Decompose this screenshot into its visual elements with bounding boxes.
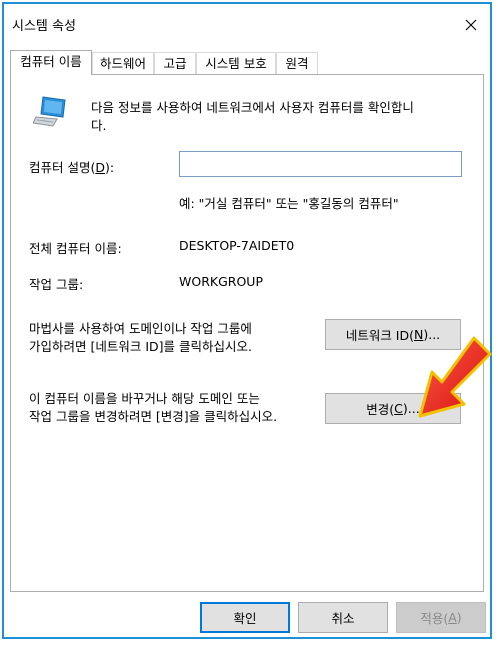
network-id-button[interactable]: 네트워크 ID(N)... bbox=[325, 319, 461, 350]
change-name-description: 이 컴퓨터 이름을 바꾸거나 해당 도메인 또는 작업 그룹을 변경하려면 [변… bbox=[29, 390, 319, 426]
description-example: 예: "거실 컴퓨터" 또는 "홍길동의 컴퓨터" bbox=[179, 196, 399, 211]
ok-button[interactable]: 확인 bbox=[200, 602, 290, 633]
network-id-description-line-1: 마법사를 사용하여 도메인이나 작업 그룹에 bbox=[29, 321, 252, 336]
tab-hardware[interactable]: 하드웨어 bbox=[92, 52, 154, 74]
tab-advanced[interactable]: 고급 bbox=[154, 52, 196, 74]
description-label: 컴퓨터 설명(D): bbox=[29, 160, 115, 175]
title-bar: 시스템 속성 bbox=[4, 4, 490, 44]
close-icon bbox=[465, 19, 477, 31]
full-computer-name-label: 전체 컴퓨터 이름: bbox=[29, 241, 122, 256]
window-title: 시스템 속성 bbox=[12, 19, 76, 34]
computer-icon bbox=[33, 96, 66, 127]
computer-name-panel: 다음 정보를 사용하여 네트워크에서 사용자 컴퓨터를 확인합니 다. 컴퓨터 … bbox=[10, 74, 484, 592]
system-properties-dialog: 시스템 속성 컴퓨터 이름 하드웨어 고급 시스템 보호 원격 다음 정보를 사… bbox=[2, 2, 492, 639]
workgroup-value: WORKGROUP bbox=[179, 274, 263, 289]
change-button[interactable]: 변경(C)... bbox=[325, 393, 461, 424]
intro-text-line-2: 다. bbox=[91, 118, 107, 133]
cancel-button[interactable]: 취소 bbox=[298, 602, 388, 633]
network-id-description-line-2: 가입하려면 [네트워크 ID]를 클릭하십시오. bbox=[29, 339, 252, 354]
full-computer-name-value: DESKTOP-7AIDET0 bbox=[179, 238, 295, 253]
close-button[interactable] bbox=[458, 12, 484, 38]
network-id-description: 마법사를 사용하여 도메인이나 작업 그룹에 가입하려면 [네트워크 ID]를 … bbox=[29, 320, 319, 356]
apply-button[interactable]: 적용(A) bbox=[396, 602, 486, 633]
intro-text-line-1: 다음 정보를 사용하여 네트워크에서 사용자 컴퓨터를 확인합니 bbox=[91, 100, 414, 115]
tab-computer-name[interactable]: 컴퓨터 이름 bbox=[10, 50, 92, 75]
change-name-description-line-2: 작업 그룹을 변경하려면 [변경]을 클릭하십시오. bbox=[29, 409, 278, 424]
workgroup-label: 작업 그룹: bbox=[29, 277, 84, 292]
intro-text: 다음 정보를 사용하여 네트워크에서 사용자 컴퓨터를 확인합니 다. bbox=[91, 99, 471, 135]
tab-remote[interactable]: 원격 bbox=[276, 52, 318, 74]
change-name-description-line-1: 이 컴퓨터 이름을 바꾸거나 해당 도메인 또는 bbox=[29, 391, 260, 406]
tab-system-protection[interactable]: 시스템 보호 bbox=[196, 52, 276, 74]
computer-description-input[interactable] bbox=[179, 151, 462, 177]
